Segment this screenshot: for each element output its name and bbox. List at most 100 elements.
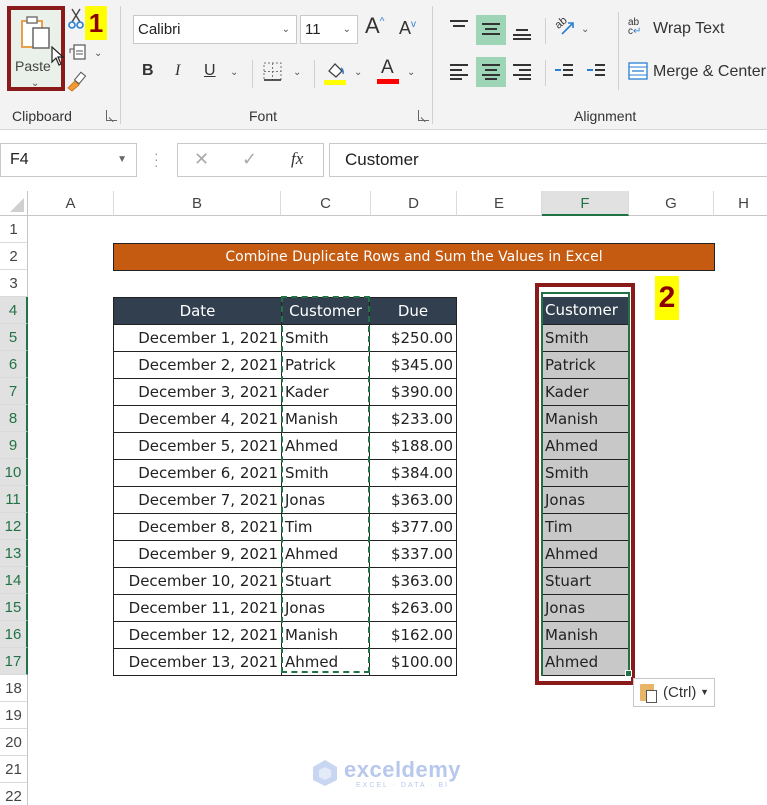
row-header-3[interactable]: 3 [0,270,28,297]
date-cell[interactable]: December 8, 2021 [113,513,282,541]
bottom-align-icon[interactable] [513,24,531,40]
paste-options-button[interactable]: (Ctrl) ▼ [633,678,715,707]
customer-cell[interactable]: Smith [281,324,370,352]
decrease-indent-icon[interactable] [555,64,573,78]
customer-cell[interactable]: Ahmed [281,540,370,568]
font-dialog-launcher-icon[interactable] [418,110,429,121]
font-name-dropdown[interactable]: Calibri ⌄ [133,15,297,44]
header-due[interactable]: Due [369,297,457,325]
font-size-dropdown[interactable]: 11 ⌄ [300,15,358,44]
due-cell[interactable]: $263.00 [369,594,457,622]
date-cell[interactable]: December 7, 2021 [113,486,282,514]
column-header-g[interactable]: G [629,191,714,216]
row-header-16[interactable]: 16 [0,621,28,648]
pasted-customer-cell[interactable]: Manish [543,621,628,649]
due-cell[interactable]: $377.00 [369,513,457,541]
row-header-21[interactable]: 21 [0,756,28,783]
pasted-customer-cell[interactable]: Ahmed [543,648,628,676]
chevron-down-icon[interactable]: ▼ [117,144,127,176]
align-center-icon[interactable] [482,64,500,80]
format-painter-icon[interactable] [66,70,88,92]
due-cell[interactable]: $162.00 [369,621,457,649]
paste-button[interactable]: Paste ⌄ [7,6,65,91]
row-header-8[interactable]: 8 [0,405,28,432]
copy-dropdown-icon[interactable]: ⌄ [94,49,102,59]
drag-handle-icon[interactable]: · · · [154,146,159,172]
customer-cell[interactable]: Ahmed [281,432,370,460]
date-cell[interactable]: December 1, 2021 [113,324,282,352]
italic-icon[interactable]: I [175,63,180,79]
column-header-e[interactable]: E [457,191,542,216]
pasted-customer-cell[interactable]: Manish [543,405,628,433]
due-cell[interactable]: $390.00 [369,378,457,406]
due-cell[interactable]: $188.00 [369,432,457,460]
row-header-17[interactable]: 17 [0,648,28,675]
customer-cell[interactable]: Stuart [281,567,370,595]
customer-cell[interactable]: Smith [281,459,370,487]
row-header-11[interactable]: 11 [0,486,28,513]
formula-input[interactable]: Customer [329,143,767,177]
pasted-customer-cell[interactable]: Tim [543,513,628,541]
orientation-icon[interactable]: ab [553,14,577,39]
top-align-icon[interactable] [450,20,468,34]
header-customer[interactable]: Customer [281,297,370,325]
underline-icon[interactable]: U [204,63,216,79]
customer-cell[interactable]: Patrick [281,351,370,379]
date-cell[interactable]: December 2, 2021 [113,351,282,379]
sheet-title-banner[interactable]: Combine Duplicate Rows and Sum the Value… [113,243,715,271]
borders-icon[interactable] [263,62,283,82]
orientation-dropdown-icon[interactable]: ⌄ [581,25,589,35]
copy-icon[interactable] [68,43,88,63]
column-header-c[interactable]: C [281,191,371,216]
due-cell[interactable]: $345.00 [369,351,457,379]
name-box[interactable]: F4 ▼ [0,143,137,177]
row-header-1[interactable]: 1 [0,216,28,243]
row-header-19[interactable]: 19 [0,702,28,729]
row-header-7[interactable]: 7 [0,378,28,405]
pasted-customer-cell[interactable]: Jonas [543,486,628,514]
column-header-f[interactable]: F [542,191,629,216]
date-cell[interactable]: December 9, 2021 [113,540,282,568]
due-cell[interactable]: $250.00 [369,324,457,352]
fill-color-icon[interactable] [324,59,348,85]
date-cell[interactable]: December 11, 2021 [113,594,282,622]
row-header-14[interactable]: 14 [0,567,28,594]
date-cell[interactable]: December 6, 2021 [113,459,282,487]
insert-function-icon[interactable]: fx [291,149,303,169]
due-cell[interactable]: $363.00 [369,567,457,595]
align-right-icon[interactable] [513,64,531,80]
row-header-6[interactable]: 6 [0,351,28,378]
clipboard-dialog-launcher-icon[interactable] [106,110,117,121]
customer-cell[interactable]: Tim [281,513,370,541]
due-cell[interactable]: $233.00 [369,405,457,433]
underline-dropdown-icon[interactable]: ⌄ [230,68,238,78]
font-color-dropdown-icon[interactable]: ⌄ [407,68,415,78]
due-cell[interactable]: $100.00 [369,648,457,676]
customer-cell[interactable]: Manish [281,405,370,433]
middle-align-icon[interactable] [482,23,500,37]
header-date[interactable]: Date [113,297,282,325]
pasted-customer-cell[interactable]: Stuart [543,567,628,595]
column-header-h[interactable]: H [714,191,767,216]
row-header-18[interactable]: 18 [0,675,28,702]
pasted-header-cell[interactable]: Customer [543,297,628,325]
decrease-font-size-icon[interactable]: Av [399,19,416,37]
enter-check-icon[interactable]: ✓ [242,149,257,170]
pasted-customer-cell[interactable]: Jonas [543,594,628,622]
row-header-10[interactable]: 10 [0,459,28,486]
date-cell[interactable]: December 4, 2021 [113,405,282,433]
fill-color-dropdown-icon[interactable]: ⌄ [354,68,362,78]
cancel-icon[interactable]: ✕ [194,149,209,170]
row-header-4[interactable]: 4 [0,297,28,324]
column-header-b[interactable]: B [114,191,281,216]
row-header-20[interactable]: 20 [0,729,28,756]
date-cell[interactable]: December 13, 2021 [113,648,282,676]
cut-icon[interactable] [68,8,84,30]
customer-cell[interactable]: Manish [281,621,370,649]
align-left-icon[interactable] [450,64,468,80]
row-header-9[interactable]: 9 [0,432,28,459]
pasted-customer-cell[interactable]: Kader [543,378,628,406]
date-cell[interactable]: December 5, 2021 [113,432,282,460]
row-header-22[interactable]: 22 [0,783,28,805]
customer-cell[interactable]: Jonas [281,486,370,514]
